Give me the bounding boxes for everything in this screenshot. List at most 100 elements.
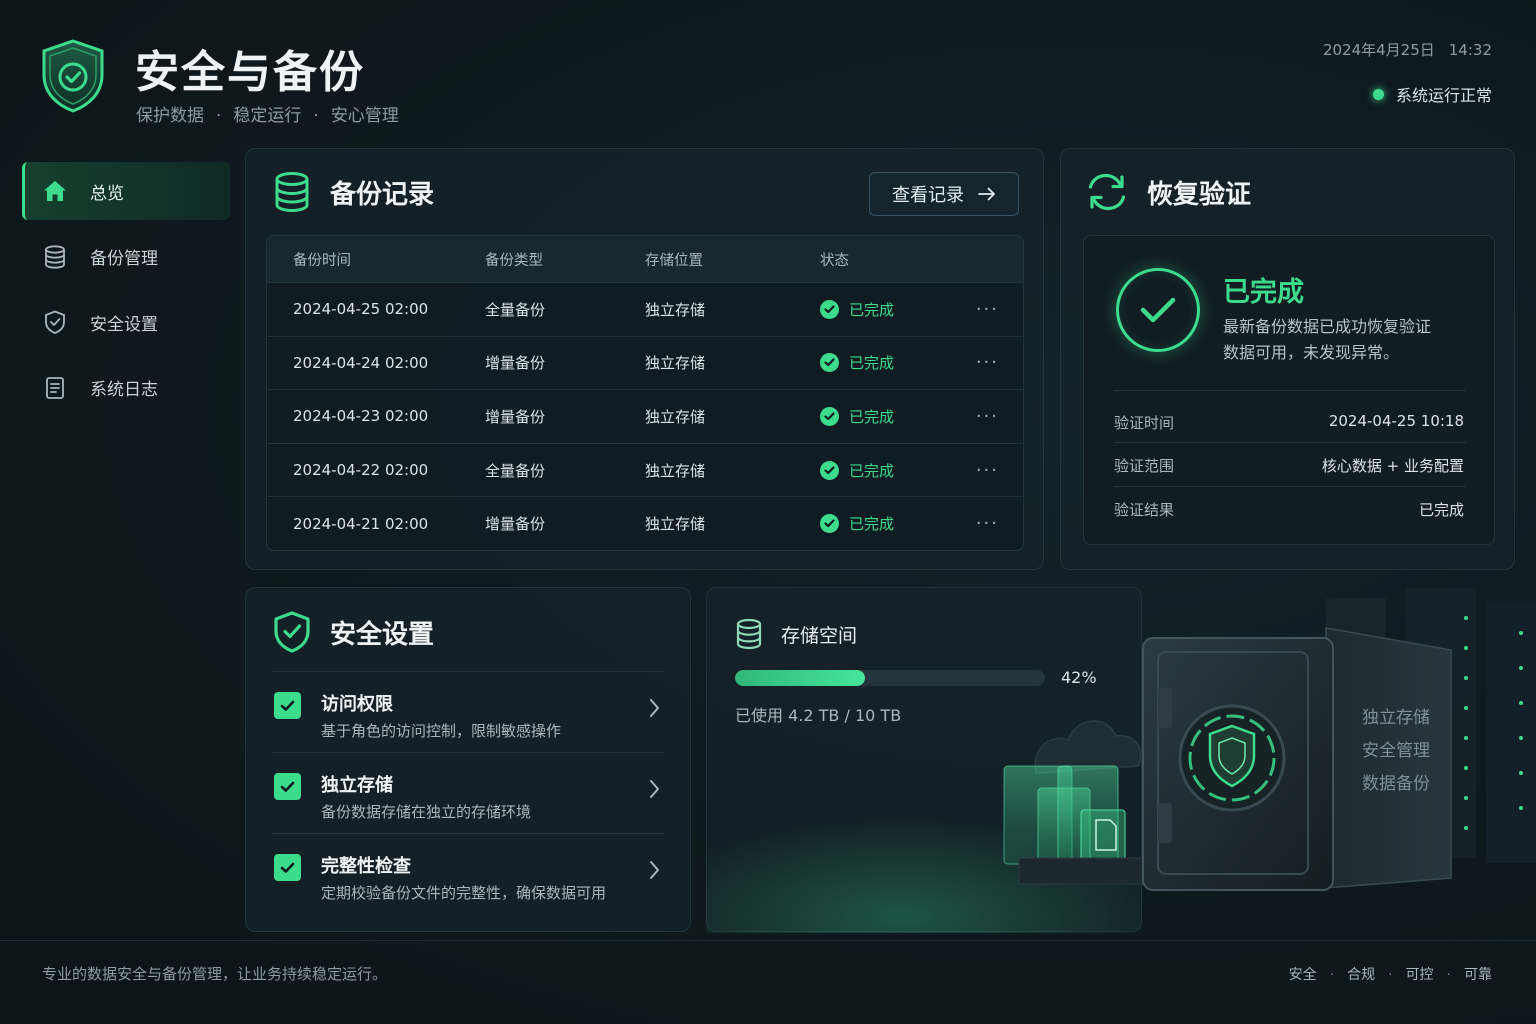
storage-progress-fill <box>735 670 866 686</box>
sidebar-item-label: 安全设置 <box>90 314 158 335</box>
table-row[interactable]: 2024-04-21 02:00 增量备份 独立存储 已完成 ··· <box>267 496 1023 550</box>
chevron-right-icon <box>650 780 659 798</box>
column-header: 备份类型 <box>485 252 543 269</box>
database-icon <box>45 244 65 269</box>
verify-result-row: 验证结果 已完成 <box>1114 501 1464 519</box>
shield-check-icon <box>45 310 65 334</box>
checkbox[interactable] <box>274 773 301 800</box>
more-options-icon[interactable]: ··· <box>954 460 1023 481</box>
restore-description: 最新备份数据已成功恢复验证 数据可用，未发现异常。 <box>1223 317 1432 362</box>
verify-scope-row: 验证范围 核心数据 + 业务配置 <box>1114 457 1464 475</box>
backup-type: 增量备份 <box>485 354 546 373</box>
backup-location: 独立存储 <box>645 354 706 373</box>
date-text: 2024年4月25日 <box>1322 41 1435 59</box>
column-header: 状态 <box>820 252 849 269</box>
more-options-icon[interactable]: ··· <box>954 513 1023 534</box>
storage-used-text: 已使用 4.2 TB / 10 TB <box>735 706 902 725</box>
shield-check-icon <box>274 611 310 653</box>
backup-status: 已完成 <box>794 513 954 534</box>
check-circle-icon <box>820 460 839 480</box>
column-header: 备份时间 <box>293 252 351 269</box>
sidebar: 总览 备份管理 安全设置 系统日志 <box>22 162 230 424</box>
backup-time: 2024-04-23 02:00 <box>293 407 429 426</box>
storage-space-card: 存储空间 42% 已使用 4.2 TB / 10 TB <box>706 587 1142 932</box>
backup-location: 独立存储 <box>645 407 706 426</box>
document-icon <box>46 376 64 399</box>
arrow-right-icon <box>978 187 995 201</box>
datetime: 2024年4月25日 14:32 <box>1323 39 1492 60</box>
backup-location: 独立存储 <box>645 515 706 534</box>
sidebar-item-system-log[interactable]: 系统日志 <box>22 359 230 417</box>
safe-label: 数据备份 <box>1362 774 1430 794</box>
check-circle-icon <box>1116 268 1200 352</box>
table-row[interactable]: 2024-04-25 02:00 全量备份 独立存储 已完成 ··· <box>267 282 1023 336</box>
home-icon <box>44 181 66 201</box>
table-row[interactable]: 2024-04-24 02:00 增量备份 独立存储 已完成 ··· <box>267 335 1023 390</box>
backup-status: 已完成 <box>794 406 954 427</box>
security-item-desc: 定期校验备份文件的完整性，确保数据可用 <box>321 884 607 902</box>
divider <box>1114 442 1466 443</box>
storage-percent: 42% <box>1061 668 1097 687</box>
backup-type: 增量备份 <box>485 407 546 426</box>
sidebar-item-label: 系统日志 <box>90 380 158 400</box>
backup-type: 增量备份 <box>485 515 546 534</box>
restore-card-title: 恢复验证 <box>1085 171 1251 213</box>
view-records-button[interactable]: 查看记录 <box>869 172 1019 216</box>
security-item-name: 完整性检查 <box>321 856 411 877</box>
security-item-isolated-storage[interactable]: 独立存储 备份数据存储在独立的存储环境 <box>272 752 664 832</box>
app-subtitle: 保护数据 · 稳定运行 · 安心管理 <box>136 106 399 126</box>
shield-logo-icon <box>42 39 104 113</box>
more-options-icon[interactable]: ··· <box>954 352 1023 373</box>
database-icon <box>275 172 309 213</box>
database-icon <box>736 618 762 650</box>
security-item-desc: 备份数据存储在独立的存储环境 <box>321 803 532 821</box>
checkbox[interactable] <box>274 854 301 881</box>
table-row[interactable]: 2024-04-23 02:00 增量备份 独立存储 已完成 ··· <box>267 389 1023 443</box>
security-item-access-control[interactable]: 访问权限 基于角色的访问控制，限制敏感操作 <box>272 671 664 751</box>
backup-status: 已完成 <box>794 460 954 481</box>
check-circle-icon <box>820 299 839 319</box>
security-item-name: 访问权限 <box>321 694 393 715</box>
divider <box>1114 390 1466 391</box>
check-circle-icon <box>820 406 839 426</box>
backup-status: 已完成 <box>794 352 954 373</box>
sidebar-item-security-settings[interactable]: 安全设置 <box>22 293 230 351</box>
backup-time: 2024-04-21 02:00 <box>293 514 429 533</box>
app-title: 安全与备份 <box>135 47 365 98</box>
backup-records-card: 备份记录 查看记录 备份时间 备份类型 存储位置 状态 2024-04-25 0… <box>245 148 1044 570</box>
safe-label: 独立存储 <box>1362 708 1430 728</box>
safe-label: 安全管理 <box>1362 741 1430 761</box>
checkbox[interactable] <box>274 692 301 719</box>
sidebar-item-label: 总览 <box>90 183 124 204</box>
table-row[interactable]: 2024-04-22 02:00 全量备份 独立存储 已完成 ··· <box>267 442 1023 497</box>
refresh-icon <box>1088 173 1126 211</box>
system-status-text: 系统运行正常 <box>1395 86 1492 105</box>
more-options-icon[interactable]: ··· <box>954 299 1023 320</box>
check-circle-icon <box>820 353 839 373</box>
security-card-title: 安全设置 <box>272 610 434 654</box>
storage-progress-bar <box>735 670 1045 686</box>
backup-time: 2024-04-22 02:00 <box>293 461 429 480</box>
backup-card-title: 备份记录 <box>272 171 434 213</box>
backup-type: 全量备份 <box>485 300 546 319</box>
system-status: 系统运行正常 <box>1372 82 1492 106</box>
restore-verification-card: 恢复验证 已完成 最新备份数据已成功恢复验证 数据可用，未发现异常。 验证时间 … <box>1060 148 1515 570</box>
backup-location: 独立存储 <box>645 300 706 319</box>
chevron-right-icon <box>650 861 659 879</box>
time-text: 14:32 <box>1448 41 1492 59</box>
more-options-icon[interactable]: ··· <box>954 406 1023 427</box>
backup-status: 已完成 <box>794 299 954 320</box>
verify-time-row: 验证时间 2024-04-25 10:18 <box>1114 412 1464 432</box>
backup-time: 2024-04-25 02:00 <box>293 300 429 319</box>
sidebar-item-backup-management[interactable]: 备份管理 <box>22 228 230 286</box>
status-dot-icon <box>1372 88 1384 100</box>
divider <box>1114 486 1466 487</box>
sidebar-item-overview[interactable]: 总览 <box>22 162 230 220</box>
sidebar-item-label: 备份管理 <box>90 249 158 269</box>
security-item-desc: 基于角色的访问控制，限制敏感操作 <box>321 722 562 740</box>
backup-table: 备份时间 备份类型 存储位置 状态 2024-04-25 02:00 全量备份 … <box>266 235 1024 551</box>
storage-card-title: 存储空间 <box>735 618 857 650</box>
footer-divider <box>0 940 1536 941</box>
check-circle-icon <box>820 514 839 534</box>
security-item-integrity-check[interactable]: 完整性检查 定期校验备份文件的完整性，确保数据可用 <box>272 833 664 913</box>
